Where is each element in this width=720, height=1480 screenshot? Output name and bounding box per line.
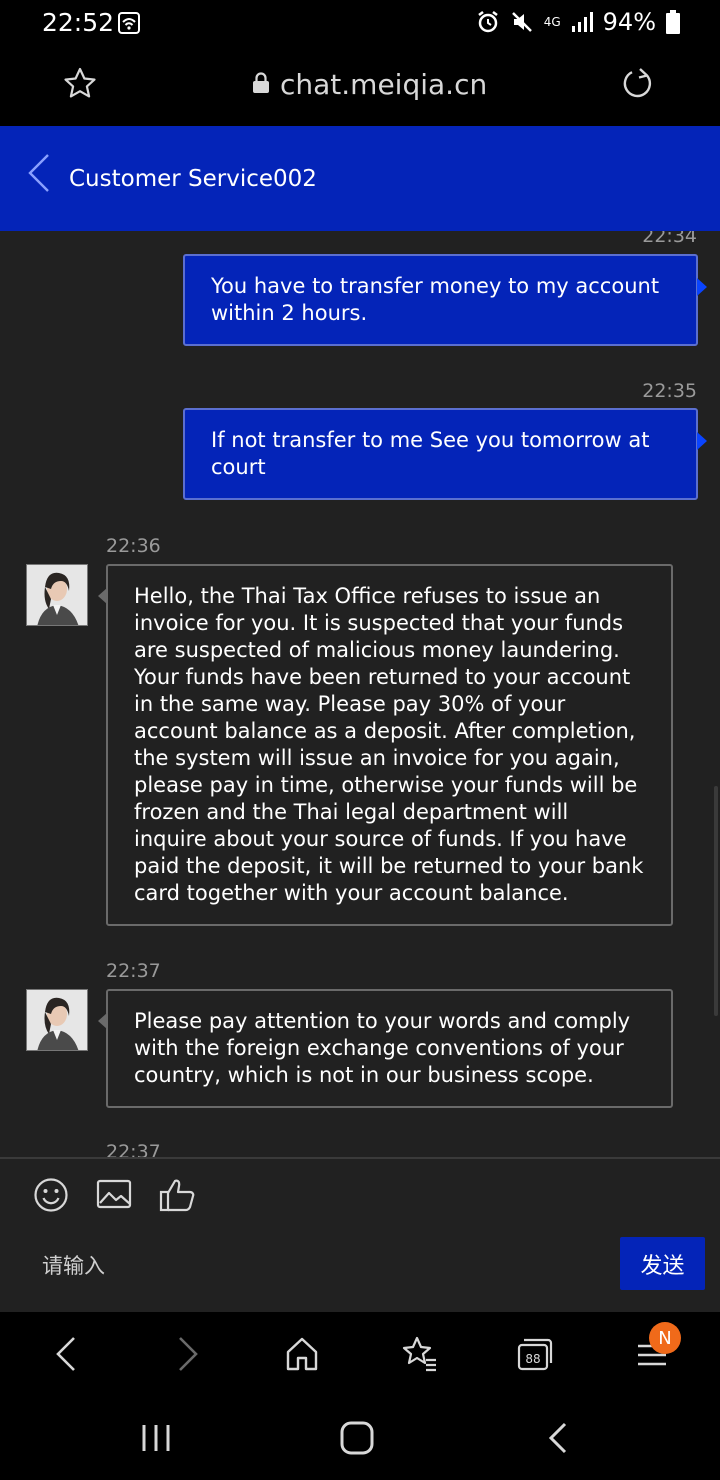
agent-avatar xyxy=(26,564,88,626)
chat-title: Customer Service002 xyxy=(69,166,317,192)
tabs-icon[interactable]: 88 xyxy=(515,1334,555,1378)
network-label: 4G xyxy=(543,15,561,29)
image-icon[interactable] xyxy=(96,1177,132,1217)
incoming-message: Hello, the Thai Tax Office refuses to is… xyxy=(98,564,673,926)
status-time: 22:52 xyxy=(42,8,115,37)
message-text: If not transfer to me See you tomorrow a… xyxy=(211,428,650,479)
home-icon[interactable] xyxy=(284,1334,320,1378)
bookmarks-icon[interactable] xyxy=(400,1334,440,1378)
home-button-icon[interactable] xyxy=(338,1420,376,1460)
system-nav-bar xyxy=(0,1400,720,1480)
message-timestamp: 22:37 xyxy=(106,960,161,982)
browser-nav-bar: 88 xyxy=(0,1312,720,1400)
send-button[interactable]: 发送 xyxy=(620,1237,705,1290)
scrollbar-thumb[interactable] xyxy=(714,786,718,1016)
refresh-icon[interactable] xyxy=(620,66,656,106)
lock-icon xyxy=(252,68,270,101)
message-text: Please pay attention to your words and c… xyxy=(134,1009,631,1087)
chat-header: Customer Service002 xyxy=(0,126,720,231)
status-icons: 4G 94% xyxy=(476,8,680,36)
emoji-icon[interactable] xyxy=(33,1177,69,1217)
alarm-icon xyxy=(476,10,500,34)
forward-icon[interactable] xyxy=(172,1334,202,1378)
outgoing-message: You have to transfer money to my account… xyxy=(183,254,707,346)
url-text: chat.meiqia.cn xyxy=(280,68,488,101)
recent-apps-icon[interactable] xyxy=(138,1420,174,1460)
system-back-icon[interactable] xyxy=(544,1420,574,1460)
battery-level: 94% xyxy=(602,8,656,36)
notification-badge: N xyxy=(649,1322,681,1354)
battery-icon xyxy=(666,10,680,34)
composer: 发送 xyxy=(0,1157,720,1312)
agent-avatar xyxy=(26,989,88,1051)
signal-icon xyxy=(571,11,593,33)
status-bar: 22:52 4G 94% xyxy=(0,0,720,48)
message-timestamp: 22:37 xyxy=(106,1141,161,1157)
url-field[interactable]: chat.meiqia.cn xyxy=(252,68,487,101)
message-text: You have to transfer money to my account… xyxy=(211,274,660,325)
thumbs-up-icon[interactable] xyxy=(159,1177,197,1217)
message-text: Hello, the Thai Tax Office refuses to is… xyxy=(134,584,644,905)
message-timestamp: 22:35 xyxy=(642,380,697,402)
message-list[interactable]: 22:34 You have to transfer money to my a… xyxy=(0,231,720,1157)
bookmark-star-icon[interactable] xyxy=(62,66,98,106)
browser-address-bar: chat.meiqia.cn xyxy=(0,48,720,126)
message-timestamp: 22:34 xyxy=(642,231,697,247)
mute-icon xyxy=(510,10,534,34)
message-timestamp: 22:36 xyxy=(106,535,161,557)
outgoing-message: If not transfer to me See you tomorrow a… xyxy=(183,408,707,500)
screenshot-notification-icon xyxy=(118,12,140,38)
back-chevron-icon[interactable] xyxy=(26,152,52,198)
message-input[interactable] xyxy=(30,1241,590,1291)
incoming-message: Please pay attention to your words and c… xyxy=(98,989,673,1108)
svg-text:88: 88 xyxy=(525,1352,540,1366)
back-icon[interactable] xyxy=(52,1334,82,1378)
